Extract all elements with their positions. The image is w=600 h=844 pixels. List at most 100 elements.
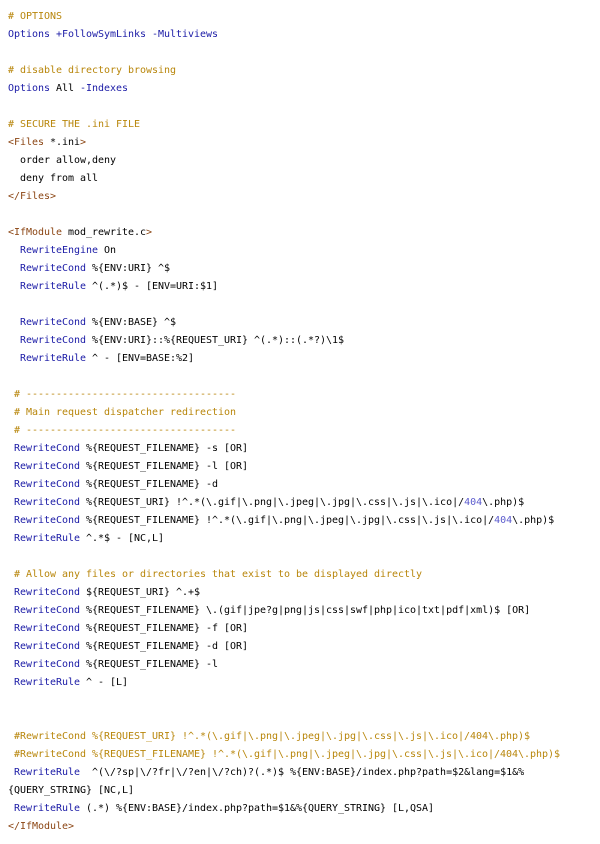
code-token-keyword: RewriteCond [20,263,87,274]
code-line: # Allow any files or directories that ex… [8,566,596,584]
code-token-plain: %{REQUEST_URI} !^.*(\.gif|\.png|\.jpeg|\… [80,497,465,508]
code-token-keyword: RewriteCond [14,605,81,616]
code-line: # ----------------------------------- [8,386,596,404]
code-line: RewriteCond %{REQUEST_FILENAME} -d [8,476,596,494]
code-token-plain: *.ini [44,137,81,148]
code-token-plain: %{REQUEST_FILENAME} -d [OR] [80,641,249,652]
code-token-plain: ^.*$ - [NC,L] [80,533,165,544]
code-line: Options +FollowSymLinks -Multiviews [8,26,596,44]
code-token-comment: # OPTIONS [8,11,63,22]
code-token-tag: <IfModule [8,227,63,238]
code-token-plain: %{REQUEST_FILENAME} -s [OR] [80,443,249,454]
code-token-plain: deny from all [8,173,99,184]
code-token-plain: ^(\/?sp|\/?fr|\/?en|\/?ch)?(.*)$ %{ENV:B… [80,767,525,778]
code-token-keyword: Options [8,83,51,94]
code-line: RewriteRule ^(\/?sp|\/?fr|\/?en|\/?ch)?(… [8,764,596,782]
code-line: RewriteEngine On [8,242,596,260]
code-token-comment: # disable directory browsing [8,65,177,76]
code-line: RewriteCond %{REQUEST_FILENAME} \.(gif|j… [8,602,596,620]
code-token-keyword: RewriteCond [20,335,87,346]
code-token-plain: %{ENV:URI} ^$ [86,263,171,274]
code-token-tag: </Files> [8,191,57,202]
code-line: RewriteCond ${REQUEST_URI} ^.+$ [8,584,596,602]
code-token-plain: order allow,deny [8,155,117,166]
code-token-keyword: RewriteCond [14,659,81,670]
code-line: RewriteCond %{REQUEST_FILENAME} !^.*(\.g… [8,512,596,530]
code-token-keyword: RewriteRule [14,533,81,544]
code-token-tag: > [80,137,87,148]
code-token-keyword: +FollowSymLinks -Multiviews [56,29,219,40]
code-line: RewriteCond %{ENV:URI}::%{REQUEST_URI} ^… [8,332,596,350]
code-token-keyword: RewriteCond [14,479,81,490]
code-token-plain: %{REQUEST_FILENAME} !^.*(\.gif|\.png|\.j… [80,515,495,526]
code-line: RewriteRule ^.*$ - [NC,L] [8,530,596,548]
code-line: RewriteRule (.*) %{ENV:BASE}/index.php?p… [8,800,596,818]
code-token-plain: {QUERY_STRING} [NC,L] [8,785,135,796]
code-token-plain: On [98,245,117,256]
code-token-keyword: RewriteRule [14,803,81,814]
code-line: #RewriteCond %{REQUEST_FILENAME} !^.*(\.… [8,746,596,764]
code-line: </Files> [8,188,596,206]
code-token-plain: %{ENV:URI}::%{REQUEST_URI} ^(.*)::(.*?)\… [86,335,345,346]
code-line: RewriteCond %{REQUEST_URI} !^.*(\.gif|\.… [8,494,596,512]
code-line: order allow,deny [8,152,596,170]
code-token-keyword: RewriteCond [14,587,81,598]
code-token-tag: > [146,227,153,238]
code-line: #RewriteCond %{REQUEST_URI} !^.*(\.gif|\… [8,728,596,746]
code-token-comment: # SECURE THE .ini FILE [8,119,141,130]
code-line: # ----------------------------------- [8,422,596,440]
code-line: RewriteCond %{ENV:URI} ^$ [8,260,596,278]
code-token-comment: # Allow any files or directories that ex… [14,569,423,580]
code-line: RewriteRule ^ - [L] [8,674,596,692]
code-line: RewriteRule ^ - [ENV=BASE:%2] [8,350,596,368]
code-line: # disable directory browsing [8,62,596,80]
code-line: <Files *.ini> [8,134,596,152]
code-token-keyword: RewriteCond [14,461,81,472]
code-token-plain: mod_rewrite.c [62,227,147,238]
code-token-plain: ^(.*)$ - [ENV=URI:$1] [86,281,219,292]
code-token-keyword: Options [8,29,51,40]
code-line: RewriteCond %{REQUEST_FILENAME} -l [OR] [8,458,596,476]
code-token-keyword: RewriteRule [20,353,87,364]
code-token-num: 404 [494,515,513,526]
code-token-keyword: RewriteCond [14,515,81,526]
code-token-plain: ^ - [ENV=BASE:%2] [86,353,195,364]
code-token-comment: # Main request dispatcher redirection [14,407,237,418]
code-token-plain: %{REQUEST_FILENAME} -d [80,479,219,490]
code-token-comment: # ----------------------------------- [14,389,237,400]
code-line: </IfModule> [8,818,596,836]
code-token-keyword: RewriteRule [14,767,81,778]
code-line: RewriteCond %{ENV:BASE} ^$ [8,314,596,332]
code-token-keyword: RewriteCond [14,641,81,652]
code-line: deny from all [8,170,596,188]
code-token-keyword: -Indexes [80,83,129,94]
code-token-num: 404 [464,497,483,508]
code-token-plain: %{ENV:BASE} ^$ [86,317,177,328]
code-token-plain: %{REQUEST_FILENAME} \.(gif|jpe?g|png|js|… [80,605,531,616]
code-token-plain: %{REQUEST_FILENAME} -f [OR] [80,623,249,634]
code-line: RewriteCond %{REQUEST_FILENAME} -l [8,656,596,674]
code-line: RewriteCond %{REQUEST_FILENAME} -f [OR] [8,620,596,638]
code-line: # OPTIONS [8,8,596,26]
code-token-comment: # ----------------------------------- [14,425,237,436]
code-token-keyword: RewriteCond [20,317,87,328]
code-token-keyword: RewriteCond [14,497,81,508]
code-token-keyword: RewriteCond [14,623,81,634]
code-token-plain: \.php)$ [482,497,525,508]
code-token-keyword: RewriteEngine [20,245,99,256]
code-line: # SECURE THE .ini FILE [8,116,596,134]
code-line: RewriteRule ^(.*)$ - [ENV=URI:$1] [8,278,596,296]
code-token-plain: ${REQUEST_URI} ^.+$ [80,587,201,598]
code-token-plain: All [50,83,81,94]
code-line: # Main request dispatcher redirection [8,404,596,422]
code-token-keyword: RewriteRule [14,677,81,688]
